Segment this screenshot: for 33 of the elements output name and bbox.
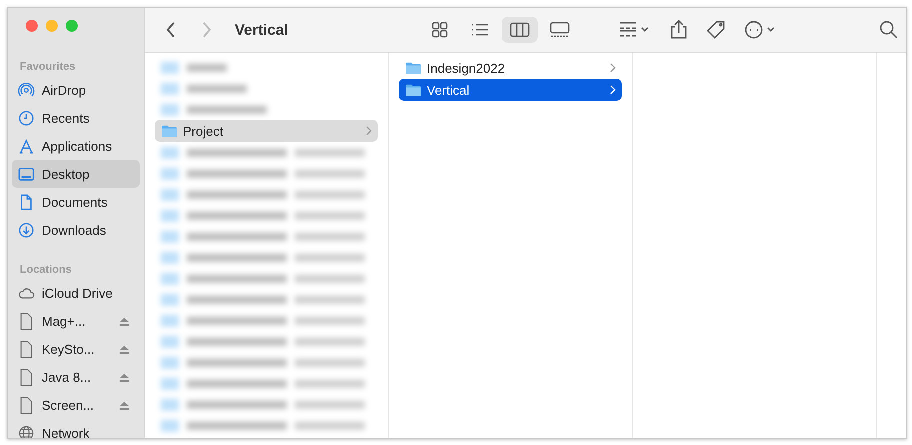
item-label: Downloads: [42, 222, 106, 238]
section-heading: Favourites: [19, 60, 77, 75]
folder-name: Indesign2022: [427, 60, 506, 76]
sidebar-item[interactable]: Screen...: [12, 391, 140, 419]
folder-name: Vertical: [427, 82, 470, 98]
sidebar-item[interactable]: Applications: [12, 132, 140, 160]
sidebar-item[interactable]: Java 8...: [12, 363, 140, 391]
sidebar-item[interactable]: AirDrop: [12, 76, 140, 104]
folder-name: Project: [183, 124, 224, 138]
item-label: AirDrop: [42, 82, 86, 98]
sidebar-item[interactable]: KeySto...: [12, 335, 140, 363]
item-label: Desktop: [42, 166, 90, 182]
section-heading: Locations: [19, 263, 73, 278]
item-label: Screen...: [42, 398, 94, 412]
sidebar-item[interactable]: iCloud Drive: [12, 279, 140, 307]
item-label: Documents: [42, 194, 108, 210]
sidebar-item[interactable]: Recents: [12, 104, 140, 132]
item-label: Applications: [42, 138, 112, 154]
window-title: Vertical: [235, 22, 288, 38]
sidebar-item[interactable]: Network: [12, 419, 140, 438]
sidebar-item[interactable]: Documents: [12, 188, 140, 216]
item-label: Network: [42, 426, 90, 438]
sidebar-item[interactable]: Desktop: [12, 160, 140, 188]
item-label: Recents: [42, 110, 90, 126]
item-label: Mag+...: [42, 314, 86, 328]
item-label: iCloud Drive: [42, 286, 113, 300]
item-label: KeySto...: [42, 342, 95, 356]
item-label: Java 8...: [42, 370, 92, 384]
folder-item[interactable]: Indesign2022: [399, 57, 622, 79]
folder-item[interactable]: Vertical: [399, 79, 622, 101]
folder-item[interactable]: Project: [155, 120, 378, 142]
sidebar-item[interactable]: Mag+...: [12, 307, 140, 335]
sidebar-item[interactable]: Downloads: [12, 216, 140, 244]
